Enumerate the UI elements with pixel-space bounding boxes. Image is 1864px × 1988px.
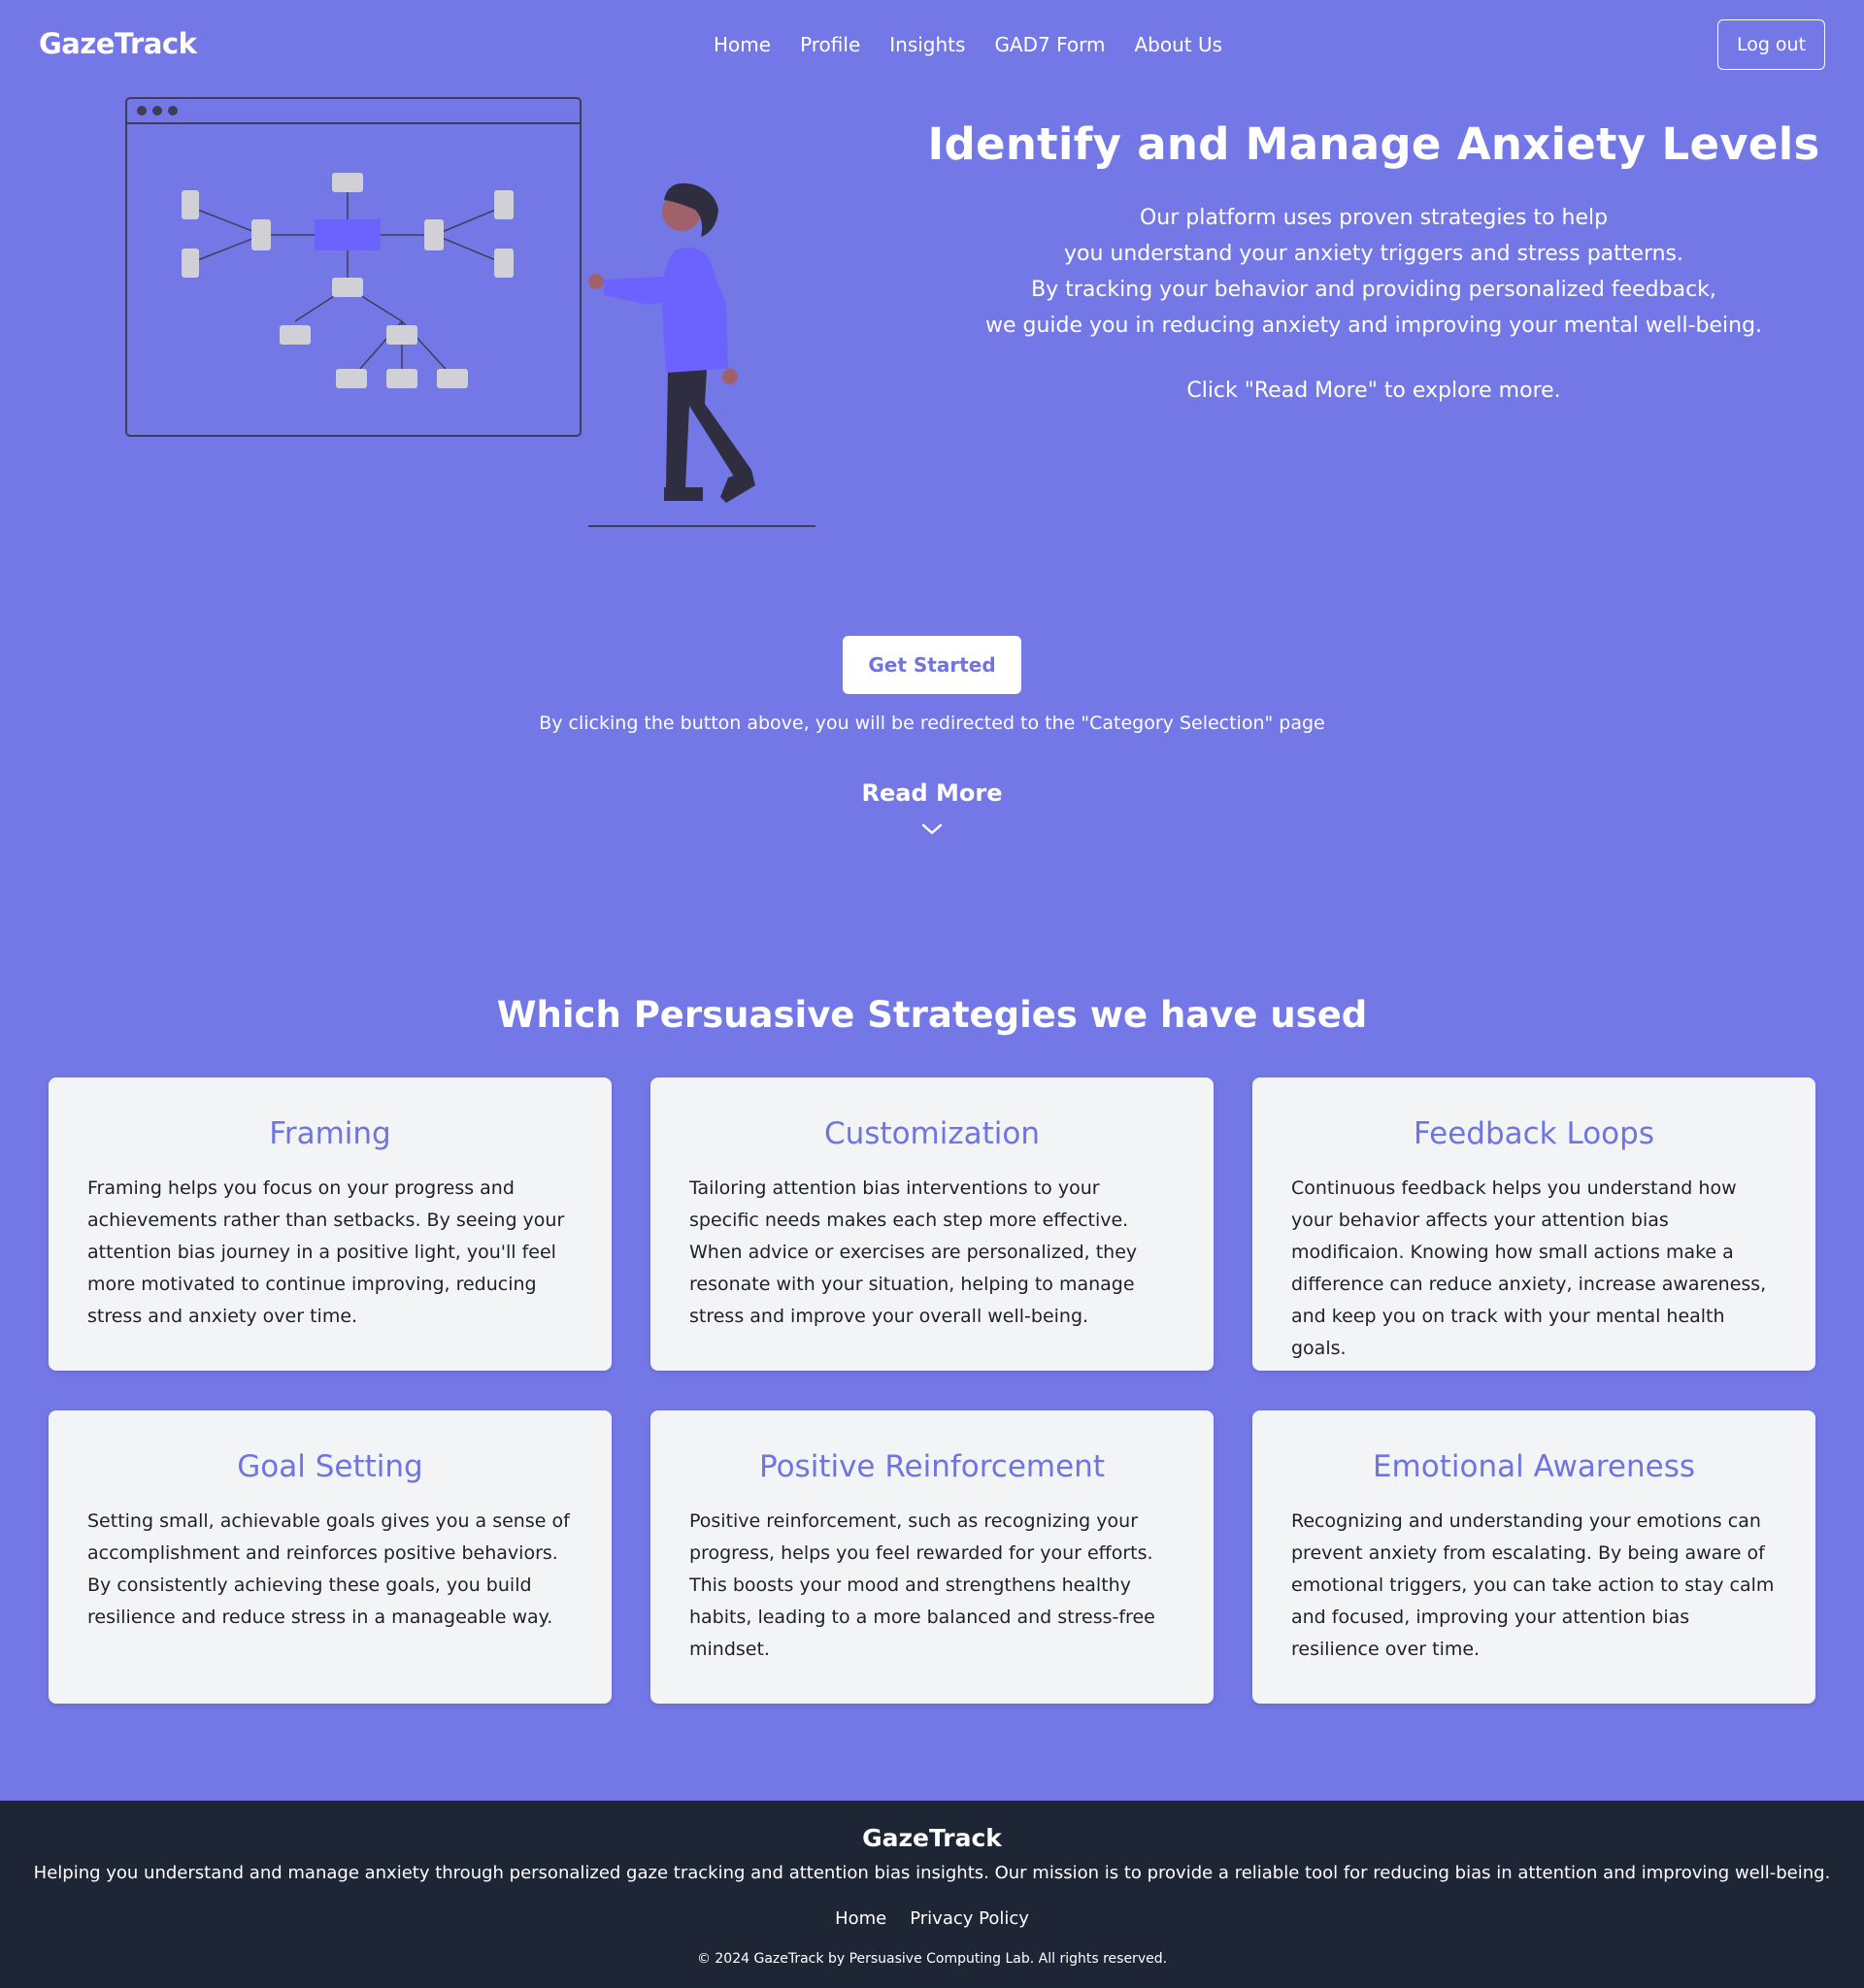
get-started-button[interactable]: Get Started (843, 636, 1021, 694)
nav-links: Home Profile Insights GAD7 Form About Us (714, 33, 1222, 56)
strategies-title: Which Persuasive Strategies we have used (496, 994, 1368, 1036)
strategy-card-text: Recognizing and understanding your emoti… (1291, 1510, 1775, 1660)
hero-description-line: Our platform uses proven strategies to h… (1139, 206, 1609, 230)
strategy-card-text: Positive reinforcement, such as recogniz… (689, 1510, 1155, 1660)
strategy-card-title: Framing (269, 1116, 391, 1151)
hero-description: Our platform uses proven strategies to h… (874, 200, 1864, 344)
strategy-card-title: Feedback Loops (1414, 1116, 1654, 1151)
brand-logo[interactable]: GazeTrack (39, 27, 197, 60)
hero-description-line: we guide you in reducing anxiety and imp… (984, 314, 1763, 338)
hero-description-line: you understand your anxiety triggers and… (1063, 242, 1684, 266)
redirect-note: By clicking the button above, you will b… (539, 712, 1325, 734)
strategy-card-title: Emotional Awareness (1372, 1449, 1696, 1484)
strategy-card-title: Goal Setting (237, 1449, 423, 1484)
strategy-card-text: Continuous feedback helps you understand… (1291, 1177, 1767, 1359)
mind-map-presenter-illustration (125, 97, 816, 527)
strategy-card-framing: Framing Framing helps you focus on your … (49, 1077, 612, 1371)
footer-link-privacy-policy[interactable]: Privacy Policy (910, 1908, 1029, 1929)
hero-description-line: By tracking your behavior and providing … (1031, 278, 1716, 302)
nav-link-about-us[interactable]: About Us (1134, 33, 1222, 56)
strategy-card-emotional-awareness: Emotional Awareness Recognizing and unde… (1252, 1410, 1815, 1704)
nav-link-profile[interactable]: Profile (800, 33, 860, 56)
strategy-card-feedback-loops: Feedback Loops Continuous feedback helps… (1252, 1077, 1815, 1371)
nav-link-home[interactable]: Home (714, 33, 771, 56)
chevron-down-icon[interactable] (920, 821, 944, 837)
nav-link-gad7-form[interactable]: GAD7 Form (994, 33, 1105, 56)
footer-brand: GazeTrack (862, 1824, 1002, 1852)
hero-title: Identify and Manage Anxiety Levels (927, 118, 1820, 170)
strategy-card-text: Setting small, achievable goals gives yo… (87, 1510, 570, 1628)
footer-link-home[interactable]: Home (835, 1908, 886, 1929)
strategy-card-positive-reinforcement: Positive Reinforcement Positive reinforc… (650, 1410, 1214, 1704)
footer-links: Home Privacy Policy (0, 1908, 1864, 1929)
strategy-card-goal-setting: Goal Setting Setting small, achievable g… (49, 1410, 612, 1704)
strategy-card-text: Framing helps you focus on your progress… (87, 1177, 565, 1327)
footer: GazeTrack Helping you understand and man… (0, 1801, 1864, 1988)
strategy-card-title: Customization (823, 1116, 1041, 1151)
navbar: GazeTrack Home Profile Insights GAD7 For… (0, 0, 1864, 91)
logout-button[interactable]: Log out (1717, 19, 1825, 70)
strategy-card-customization: Customization Tailoring attention bias i… (650, 1077, 1214, 1371)
footer-copyright: © 2024 GazeTrack by Persuasive Computing… (696, 1951, 1168, 1967)
read-more-link[interactable]: Read More (835, 779, 1029, 807)
strategy-card-title: Positive Reinforcement (759, 1449, 1105, 1484)
read-more-hint: Click "Read More" to explore more. (1186, 379, 1561, 403)
footer-mission: Helping you understand and manage anxiet… (33, 1863, 1831, 1883)
nav-link-insights[interactable]: Insights (889, 33, 965, 56)
strategy-card-text: Tailoring attention bias interventions t… (689, 1177, 1138, 1327)
